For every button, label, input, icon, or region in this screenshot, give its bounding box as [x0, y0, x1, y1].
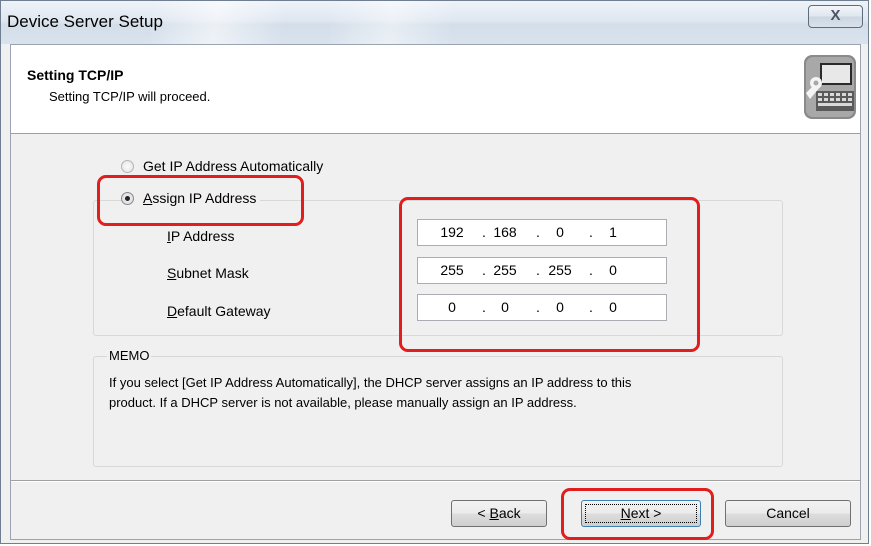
highlight-ip-fields	[399, 197, 700, 352]
memo-line: product. If a DHCP server is not availab…	[109, 395, 577, 410]
ip-address-label: IP Address	[167, 228, 235, 244]
default-gateway-label: Default Gateway	[167, 303, 271, 319]
close-button[interactable]: X	[808, 5, 863, 28]
back-button[interactable]: < Back	[451, 500, 547, 527]
wizard-header: Setting TCP/IP Setting TCP/IP will proce…	[11, 45, 860, 134]
close-icon: X	[830, 7, 841, 24]
title-bar[interactable]: Device Server Setup X	[1, 1, 868, 44]
memo-heading: MEMO	[107, 348, 152, 363]
highlight-next-button	[561, 488, 714, 540]
page-subtitle: Setting TCP/IP will proceed.	[49, 89, 211, 104]
auto-ip-radio[interactable]	[121, 159, 134, 173]
title-bar-glass	[331, 1, 451, 44]
title-bar-glass	[151, 1, 281, 44]
memo-line: If you select [Get IP Address Automatica…	[109, 375, 632, 390]
cancel-button[interactable]: Cancel	[725, 500, 851, 527]
page-title: Setting TCP/IP	[27, 67, 124, 83]
memo-text: If you select [Get IP Address Automatica…	[109, 373, 789, 413]
back-button-label: < Back	[477, 505, 521, 521]
window-title: Device Server Setup	[7, 12, 163, 31]
cancel-button-label: Cancel	[766, 505, 810, 521]
footer-divider	[11, 480, 860, 482]
auto-ip-label: Get IP Address Automatically	[143, 158, 324, 174]
auto-ip-option[interactable]: Get IP Address Automatically	[121, 158, 323, 174]
computer-wrench-icon	[804, 55, 856, 119]
highlight-assign-option	[97, 175, 304, 226]
subnet-mask-label: Subnet Mask	[167, 265, 249, 281]
